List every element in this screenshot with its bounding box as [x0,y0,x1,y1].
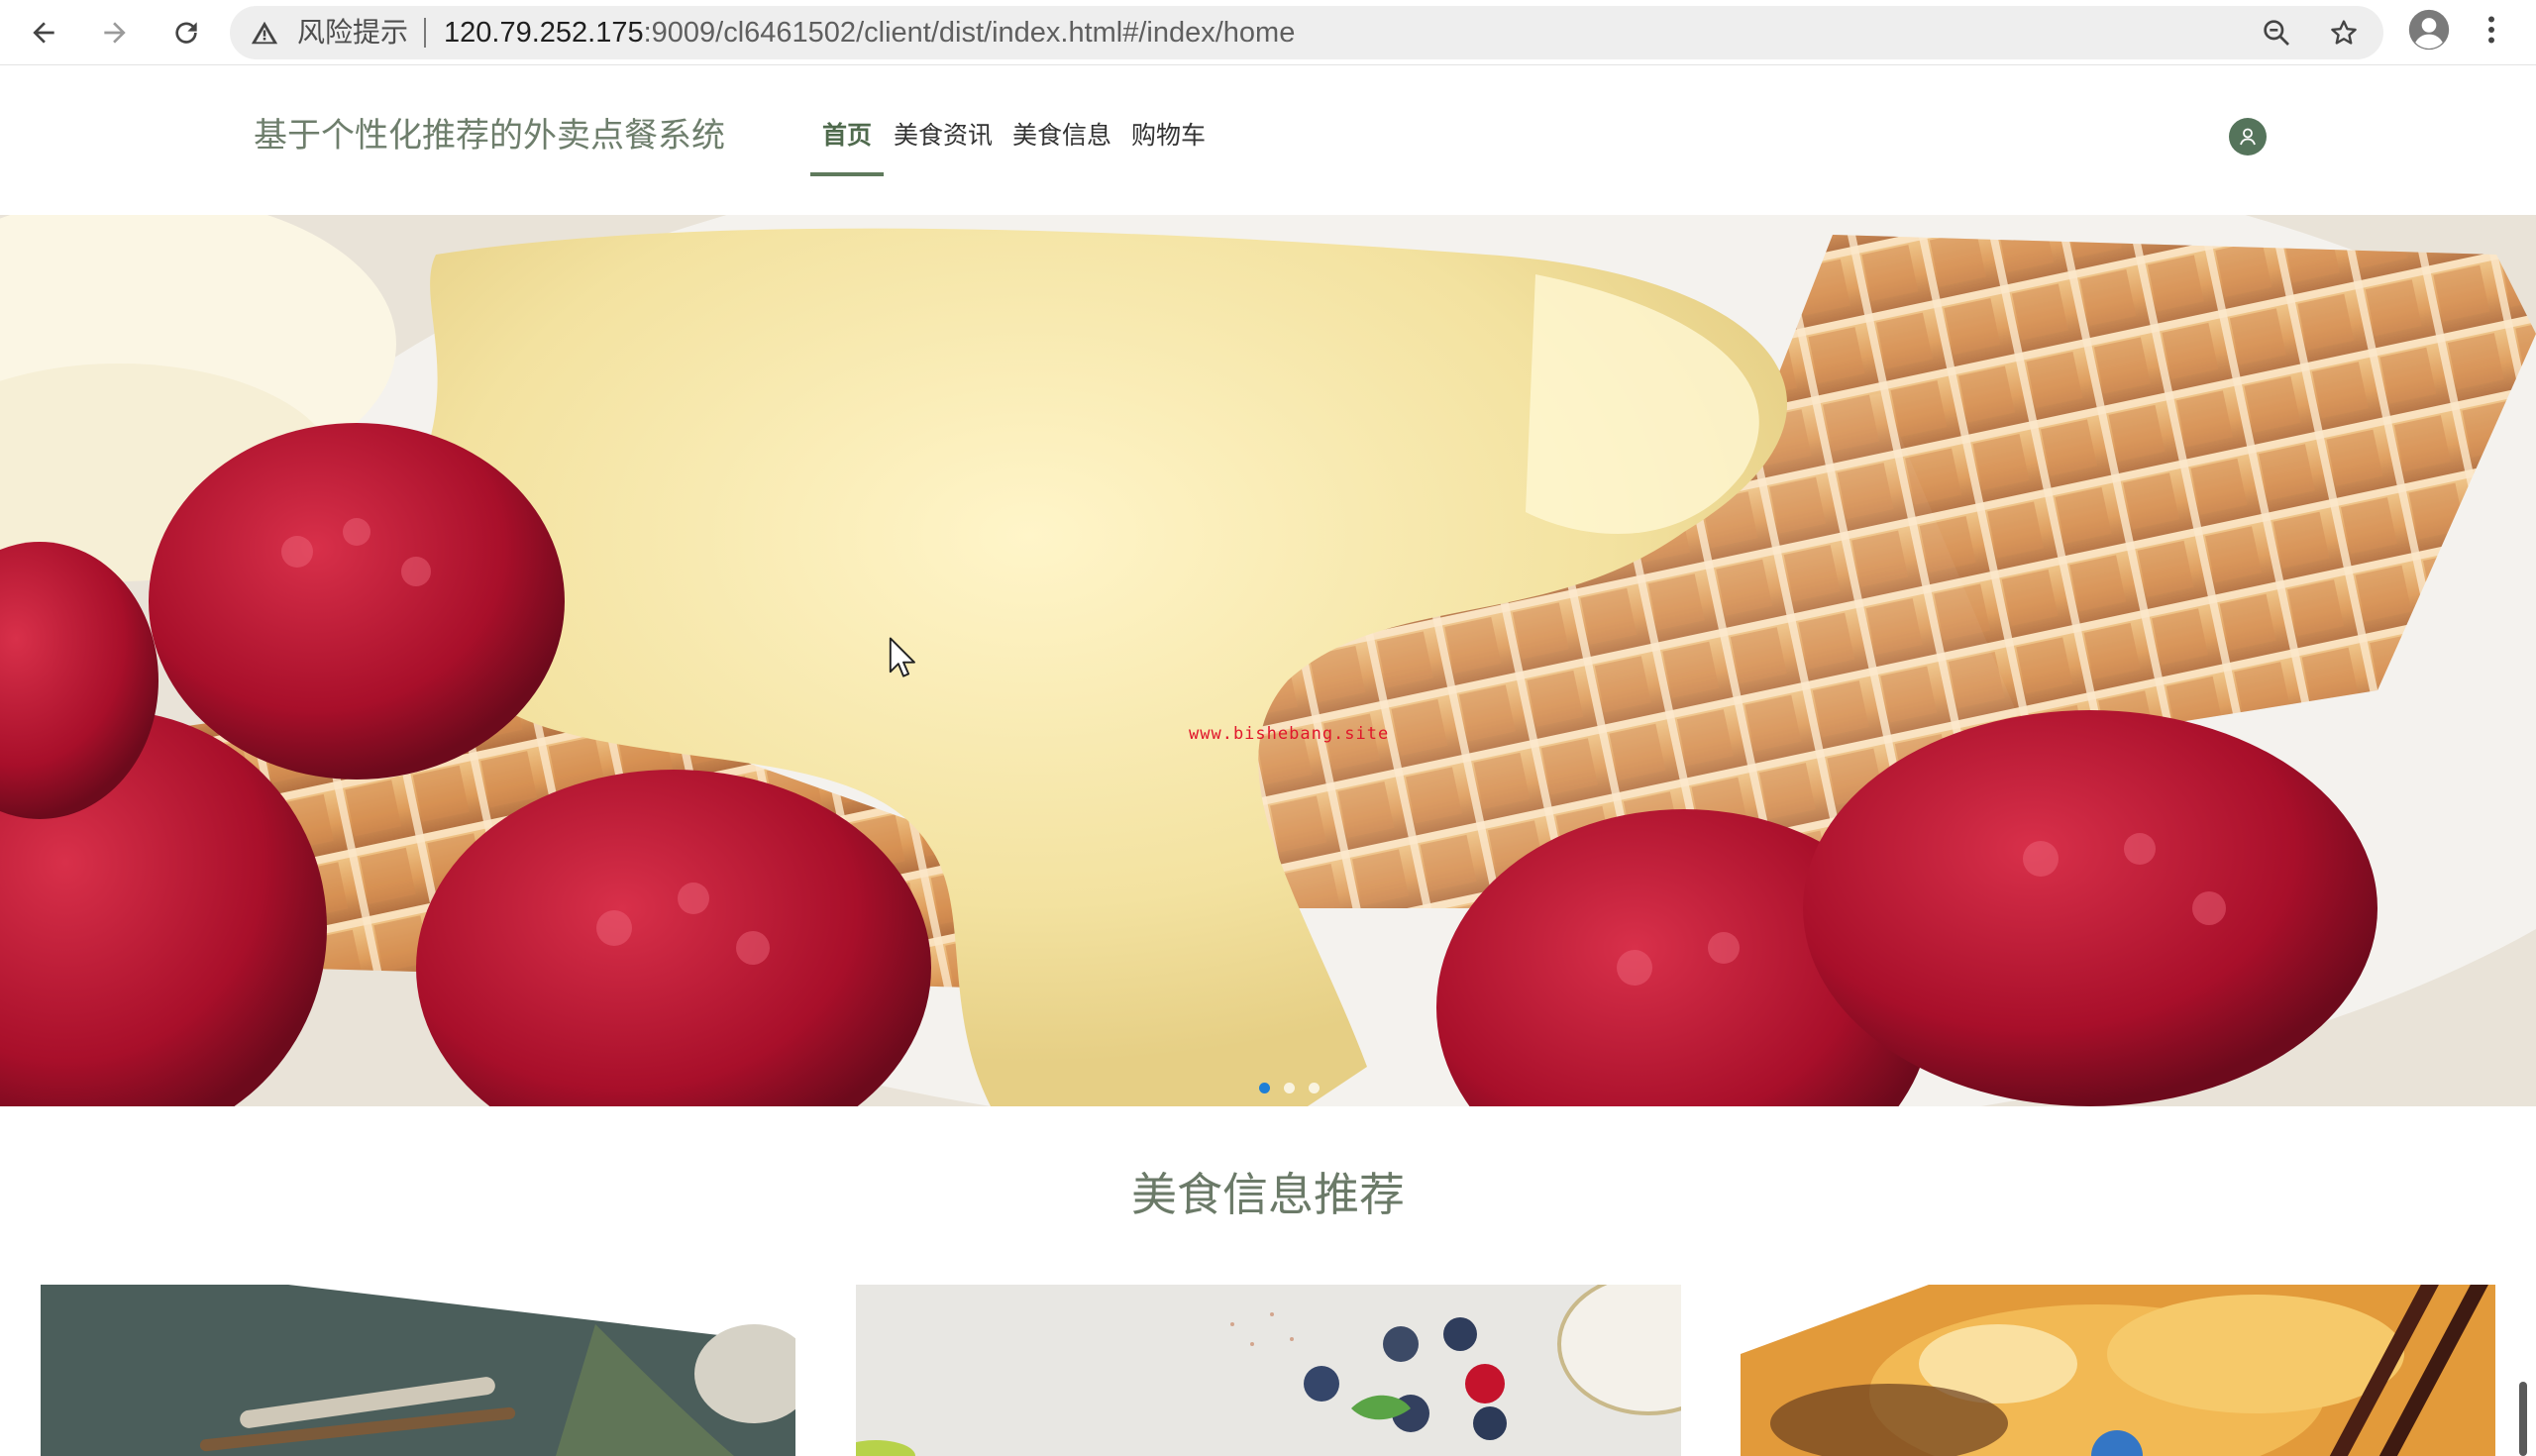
nav-cart[interactable]: 购物车 [1131,120,1206,152]
food-card-image [41,1285,795,1456]
food-card[interactable] [41,1285,795,1456]
nav-food-info[interactable]: 美食信息 [1012,120,1111,152]
url-host: 120.79.252.175 [444,17,644,49]
carousel-indicators [1259,1083,1320,1093]
warning-icon[interactable] [250,18,279,48]
watermark-text: www.bishebang.site [1189,724,1390,744]
mouse-cursor-icon [889,637,915,677]
carousel-dot-1[interactable] [1259,1083,1270,1093]
food-card[interactable] [1741,1285,2495,1456]
reload-button[interactable] [162,9,210,56]
profile-avatar-icon[interactable] [2407,8,2451,52]
back-button[interactable] [20,9,67,56]
url-path: :9009/cl6461502/client/dist/index.html#/… [643,17,1296,49]
url-text[interactable]: 120.79.252.175:9009/cl6461502/client/dis… [444,17,1295,49]
security-risk-label[interactable]: 风险提示 [297,18,408,48]
kebab-menu-icon[interactable] [2474,12,2509,48]
arrow-left-icon [33,22,54,44]
divider [424,18,426,48]
active-nav-indicator [810,172,884,176]
forward-button[interactable] [91,9,139,56]
nav-home[interactable]: 首页 [822,120,872,152]
reload-icon [175,22,197,44]
bookmark-star-icon[interactable] [2328,17,2360,49]
arrow-right-icon [104,22,126,44]
browser-toolbar: 风险提示 120.79.252.175:9009/cl6461502/clien… [0,0,2536,65]
site-title[interactable]: 基于个性化推荐的外卖点餐系统 [254,116,725,156]
user-icon [2240,128,2256,146]
recommend-section-title: 美食信息推荐 [1131,1168,1405,1221]
food-card-image [856,1285,1681,1456]
site-header: 基于个性化推荐的外卖点餐系统 首页 美食资讯 美食信息 购物车 [0,66,2536,215]
hero-carousel[interactable]: www.bishebang.site [0,215,2536,1106]
carousel-dot-3[interactable] [1309,1083,1320,1093]
zoom-out-icon[interactable] [2261,17,2292,49]
food-card-image [1741,1285,2495,1456]
page-scrollbar[interactable] [2519,1382,2527,1456]
user-button[interactable] [2229,118,2267,156]
address-bar[interactable]: 风险提示 120.79.252.175:9009/cl6461502/clien… [230,6,2383,59]
food-card[interactable] [856,1285,1681,1456]
hero-food-image [0,215,2536,1106]
carousel-dot-2[interactable] [1284,1083,1295,1093]
nav-food-news[interactable]: 美食资讯 [894,120,993,152]
